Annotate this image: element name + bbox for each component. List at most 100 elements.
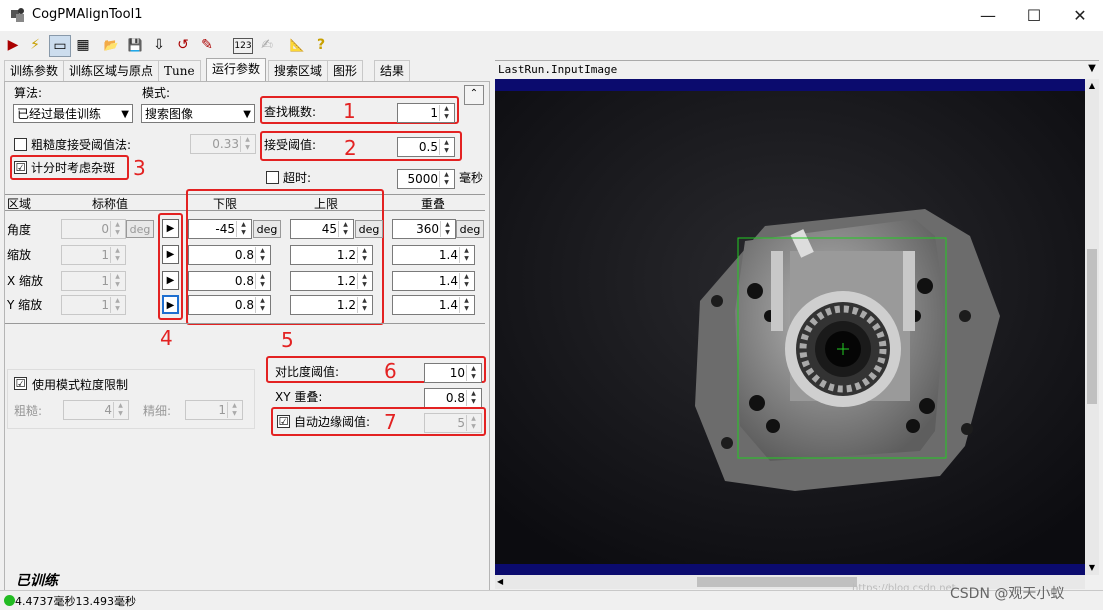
spin-arrows-icon[interactable]: ▲ ▼ <box>459 247 473 263</box>
tab-train-params[interactable]: 训练参数 <box>4 60 65 81</box>
open-folder-icon[interactable]: 📂 <box>101 35 121 55</box>
spin-arrows-icon[interactable]: ▲ ▼ <box>357 273 371 289</box>
angle-high-unit[interactable]: deg <box>355 220 383 238</box>
xscale-range-toggle[interactable]: ▶ <box>162 271 179 290</box>
horizontal-scroll-thumb[interactable] <box>697 577 857 587</box>
xscale-overlap-spinner[interactable]: 1.4 ▲ ▼ <box>392 271 475 291</box>
scale-low-spinner[interactable]: 0.8 ▲ ▼ <box>188 245 271 265</box>
yscale-high-spinner[interactable]: 1.2 ▲ ▼ <box>290 295 373 315</box>
yscale-nominal-spinner[interactable]: 1 ▲ ▼ <box>61 295 126 315</box>
spin-arrows-icon[interactable]: ▲ ▼ <box>240 136 254 152</box>
spin-arrows-icon[interactable]: ▲ ▼ <box>357 297 371 313</box>
contrast-spinner[interactable]: 10 ▲ ▼ <box>424 363 482 383</box>
clutter-checkbox[interactable]: ☑ <box>14 161 27 174</box>
spin-arrows-icon[interactable]: ▲ ▼ <box>110 273 124 289</box>
scale-high-spinner[interactable]: 1.2 ▲ ▼ <box>290 245 373 265</box>
counter-icon[interactable]: 123 <box>233 38 253 54</box>
angle-nominal-unit[interactable]: deg <box>126 220 154 238</box>
spin-arrows-icon[interactable]: ▲ ▼ <box>255 297 269 313</box>
grid-icon[interactable]: ▦ <box>73 35 93 55</box>
tab-tune[interactable]: Tune <box>158 60 201 81</box>
yscale-range-toggle[interactable]: ▶ <box>162 295 179 314</box>
angle-range-toggle[interactable]: ▶ <box>162 219 179 238</box>
coarse-gran-spinner[interactable]: 4 ▲ ▼ <box>63 400 129 420</box>
spin-arrows-icon[interactable]: ▲ ▼ <box>466 365 480 381</box>
coarse-accept-checkbox[interactable] <box>14 138 27 151</box>
import-icon[interactable]: ⇩ <box>149 35 169 55</box>
spin-arrows-icon[interactable]: ▲ ▼ <box>110 297 124 313</box>
spin-arrows-icon[interactable]: ▲ ▼ <box>255 247 269 263</box>
scale-overlap-spinner[interactable]: 1.4 ▲ ▼ <box>392 245 475 265</box>
lightning-icon[interactable]: ⚡ <box>25 35 45 55</box>
angle-high-spinner[interactable]: 45 ▲ ▼ <box>290 219 354 239</box>
spin-arrows-icon[interactable]: ▲ ▼ <box>459 273 473 289</box>
edit-icon[interactable]: ✍ <box>257 35 277 55</box>
angle-nominal-spinner[interactable]: 0 ▲ ▼ <box>61 219 126 239</box>
auto-edge-spinner[interactable]: 5 ▲ ▼ <box>424 413 482 433</box>
help-icon[interactable]: ? <box>311 35 331 55</box>
brush-icon[interactable]: ✎ <box>197 35 217 55</box>
vertical-scroll-thumb[interactable] <box>1087 249 1097 404</box>
collapse-button[interactable]: ⌃ <box>464 85 484 105</box>
xy-overlap-spinner[interactable]: 0.8 ▲ ▼ <box>424 388 482 408</box>
close-button[interactable]: ✕ <box>1057 0 1103 31</box>
tab-graphics[interactable]: 图形 <box>327 60 364 81</box>
spin-arrows-icon[interactable]: ▲ ▼ <box>459 297 473 313</box>
spin-arrows-icon[interactable]: ▲ ▼ <box>255 273 269 289</box>
image-top-band <box>495 79 1085 91</box>
auto-edge-checkbox[interactable]: ☑ <box>277 415 290 428</box>
spin-arrows-icon[interactable]: ▲ ▼ <box>357 247 371 263</box>
yscale-overlap-spinner[interactable]: 1.4 ▲ ▼ <box>392 295 475 315</box>
xscale-nominal-spinner[interactable]: 1 ▲ ▼ <box>61 271 126 291</box>
run-icon[interactable]: ▶ <box>3 35 23 55</box>
image-display[interactable] <box>495 91 1085 564</box>
granularity-checkbox[interactable]: ☑ <box>14 377 27 390</box>
maximize-button[interactable]: ☐ <box>1011 0 1057 31</box>
save-icon[interactable]: 💾 <box>125 35 145 55</box>
fine-gran-spinner[interactable]: 1 ▲ ▼ <box>185 400 243 420</box>
scroll-left-icon[interactable]: ◀ <box>497 575 511 589</box>
algorithm-select[interactable]: 已经过最佳训练 ▼ <box>13 104 133 123</box>
display-icon[interactable]: ▭ <box>49 35 71 57</box>
spin-arrows-icon[interactable]: ▲ ▼ <box>439 139 453 155</box>
spin-arrows-icon[interactable]: ▲ ▼ <box>440 221 454 237</box>
scroll-up-icon[interactable]: ▲ <box>1085 79 1099 93</box>
angle-low-spinner[interactable]: -45 ▲ ▼ <box>188 219 252 239</box>
angle-overlap-unit[interactable]: deg <box>456 220 484 238</box>
xscale-low-spinner[interactable]: 0.8 ▲ ▼ <box>188 271 271 291</box>
spin-arrows-icon[interactable]: ▲ ▼ <box>466 390 480 406</box>
spin-arrows-icon[interactable]: ▲ ▼ <box>439 171 453 187</box>
spin-arrows-icon[interactable]: ▲ ▼ <box>439 105 453 121</box>
tab-search-region[interactable]: 搜索区域 <box>268 60 329 81</box>
coarse-accept-spinner[interactable]: 0.33 ▲ ▼ <box>190 134 256 154</box>
tab-train-region[interactable]: 训练区域与原点 <box>63 60 160 81</box>
spin-arrows-icon[interactable]: ▲ ▼ <box>110 247 124 263</box>
timeout-spinner[interactable]: 5000 ▲ ▼ <box>397 169 455 189</box>
xscale-high-spinner[interactable]: 1.2 ▲ ▼ <box>290 271 373 291</box>
annotation-label-4: 4 <box>160 326 173 350</box>
tab-run-params[interactable]: 运行参数 <box>206 58 267 81</box>
vertical-scrollbar[interactable]: ▲ ▼ <box>1085 79 1099 575</box>
scale-nominal-spinner[interactable]: 1 ▲ ▼ <box>61 245 126 265</box>
find-count-spinner[interactable]: 1 ▲ ▼ <box>397 103 455 123</box>
spin-arrows-icon[interactable]: ▲ ▼ <box>227 402 241 418</box>
scroll-down-icon[interactable]: ▼ <box>1085 561 1099 575</box>
angle-overlap-spinner[interactable]: 360 ▲ ▼ <box>392 219 456 239</box>
reset-icon[interactable]: ↺ <box>173 35 193 55</box>
scale-range-toggle[interactable]: ▶ <box>162 245 179 264</box>
accept-threshold-spinner[interactable]: 0.5 ▲ ▼ <box>397 137 455 157</box>
yscale-low-spinner[interactable]: 0.8 ▲ ▼ <box>188 295 271 315</box>
angle-low-unit[interactable]: deg <box>253 220 281 238</box>
spin-arrows-icon[interactable]: ▲ ▼ <box>236 221 250 237</box>
spin-arrows-icon[interactable]: ▲ ▼ <box>338 221 352 237</box>
spin-arrows-icon[interactable]: ▲ ▼ <box>113 402 127 418</box>
mode-select[interactable]: 搜索图像 ▼ <box>141 104 255 123</box>
granularity-label: 使用模式粒度限制 <box>32 378 129 392</box>
spin-arrows-icon[interactable]: ▲ ▼ <box>110 221 124 237</box>
ruler-icon[interactable]: 📐 <box>287 35 307 55</box>
minimize-button[interactable]: — <box>965 0 1011 31</box>
image-dropdown[interactable]: ▼ <box>1085 60 1099 78</box>
timeout-checkbox[interactable] <box>266 171 279 184</box>
spin-arrows-icon[interactable]: ▲ ▼ <box>466 415 480 431</box>
tab-results[interactable]: 结果 <box>374 60 411 81</box>
